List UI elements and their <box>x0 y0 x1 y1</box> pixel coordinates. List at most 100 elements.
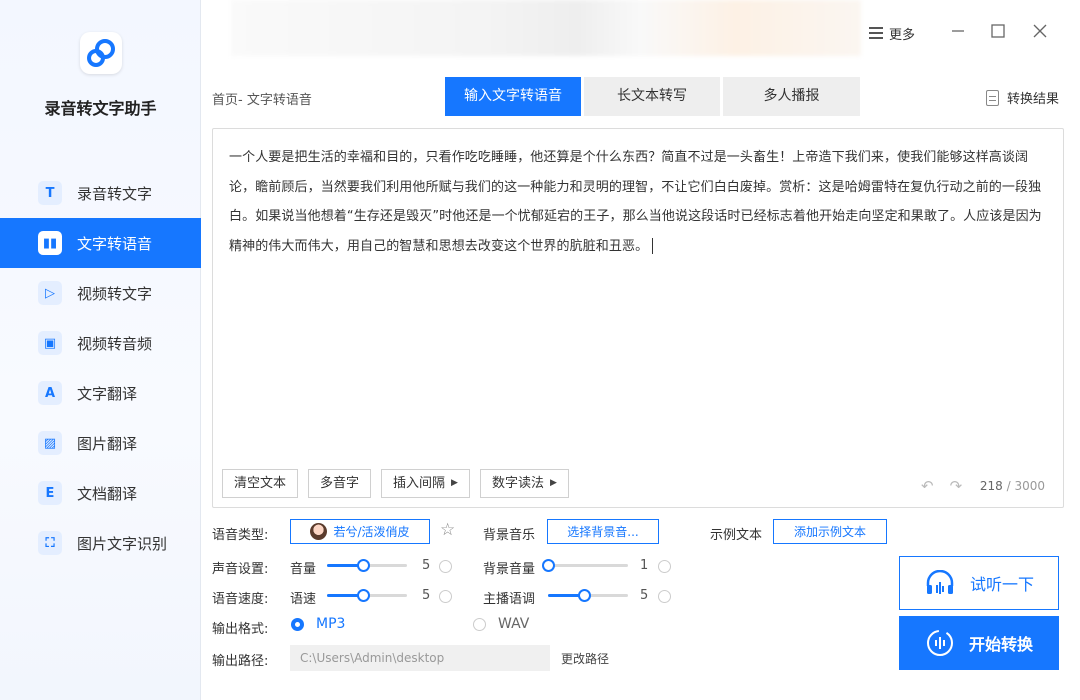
sidebar-item-label: 视频转文字 <box>77 284 153 303</box>
minimize-button[interactable] <box>947 20 969 42</box>
format-mp3-radio[interactable]: MP3 <box>291 616 345 632</box>
headphone-icon <box>926 570 954 594</box>
sidebar-item-document-translate[interactable]: E 文档翻译 <box>0 468 201 518</box>
breadcrumb: 首页- 文字转语音 <box>212 93 312 108</box>
output-path-label: 输出路径: <box>212 654 269 669</box>
number-reading-button[interactable]: 数字读法 ▶ <box>479 469 569 498</box>
volume-label: 音量 <box>290 562 317 577</box>
sidebar-item-video-to-audio[interactable]: ▣ 视频转音频 <box>0 318 201 368</box>
editor-toolbar: 清空文本 多音字 插入间隔 ▶ 数字读法 ▶ <box>222 469 579 498</box>
sound-settings-label: 声音设置: <box>212 562 269 577</box>
video-audio-icon: ▣ <box>38 331 62 355</box>
format-mp3-label: MP3 <box>316 616 346 632</box>
format-wav-label: WAV <box>498 616 530 632</box>
caret-right-icon: ▶ <box>549 478 557 488</box>
sidebar-item-label: 录音转文字 <box>77 184 153 203</box>
voice-select-button[interactable]: 若兮/活泼俏皮 <box>290 519 430 544</box>
maximize-button[interactable] <box>987 20 1009 42</box>
voice-name: 若兮/活泼俏皮 <box>333 525 410 539</box>
sidebar-item-label: 文档翻译 <box>77 484 138 503</box>
output-format-label: 输出格式: <box>212 622 269 637</box>
bgm-label: 背景音乐 <box>483 528 536 543</box>
volume-slider[interactable] <box>327 559 407 572</box>
text-caret <box>652 238 654 254</box>
scan-icon: ⛶ <box>38 531 62 555</box>
editor-text[interactable]: 一个人要是把生活的幸福和目的，只看作吃吃睡睡，他还算是个什么东西？简直不过是一头… <box>229 143 1051 261</box>
insert-pause-button[interactable]: 插入间隔 ▶ <box>381 469 470 498</box>
sidebar-item-image-translate[interactable]: ▨ 图片翻译 <box>0 418 201 468</box>
undo-redo: ↶ ↷ <box>921 477 978 495</box>
polyphone-label: 多音字 <box>320 476 360 491</box>
radio-dot <box>473 617 486 631</box>
add-sample-button[interactable]: 添加示例文本 <box>773 519 887 544</box>
radio-dot <box>291 617 304 631</box>
sidebar-item-label: 图片文字识别 <box>77 534 168 553</box>
format-wav-radio[interactable]: WAV <box>473 616 529 632</box>
pitch-value: 5 <box>640 588 649 603</box>
slider-handle[interactable] <box>542 559 555 572</box>
sidebar-item-audio-to-text[interactable]: T 录音转文字 <box>0 168 201 218</box>
bg-volume-label: 背景音量 <box>483 562 536 577</box>
text-t-icon: T <box>38 181 62 205</box>
output-path-field[interactable] <box>290 645 550 671</box>
more-button[interactable]: 更多 <box>869 22 915 44</box>
polyphone-button[interactable]: 多音字 <box>308 469 372 498</box>
conversion-result-button[interactable]: 转换结果 <box>986 88 1059 107</box>
sample-text-label: 示例文本 <box>710 528 763 543</box>
minimize-icon <box>952 30 964 32</box>
undo-icon[interactable]: ↶ <box>921 477 934 495</box>
voice-type-label: 语音类型: <box>212 528 269 543</box>
title-bar: 更多 <box>201 0 1080 64</box>
pitch-slider[interactable] <box>548 589 628 602</box>
close-button[interactable] <box>1029 20 1051 42</box>
sidebar-item-ocr[interactable]: ⛶ 图片文字识别 <box>0 518 201 568</box>
tab-input-text-to-speech[interactable]: 输入文字转语音 <box>445 77 581 116</box>
volume-value: 5 <box>422 558 431 573</box>
text-editor[interactable]: 一个人要是把生活的幸福和目的，只看作吃吃睡睡，他还算是个什么东西？简直不过是一头… <box>212 128 1064 508</box>
number-reading-label: 数字读法 <box>491 476 544 491</box>
listen-button[interactable]: 试听一下 <box>899 556 1059 610</box>
audio-convert-icon <box>926 630 953 656</box>
sidebar-item-label: 图片翻译 <box>77 434 138 453</box>
slider-handle[interactable] <box>578 589 591 602</box>
bg-volume-slider[interactable] <box>542 559 628 572</box>
tab-long-text[interactable]: 长文本转写 <box>584 77 720 116</box>
document-icon <box>986 89 999 106</box>
redo-icon[interactable]: ↷ <box>950 477 963 495</box>
sidebar-nav: T 录音转文字 ▮▮ 文字转语音 ▷ 视频转文字 ▣ 视频转音频 A 文字翻译 … <box>0 168 201 568</box>
sound-wave-icon: ▮▮ <box>38 231 62 255</box>
result-label: 转换结果 <box>1007 92 1060 107</box>
menu-icon <box>869 24 883 42</box>
slider-handle[interactable] <box>357 559 370 572</box>
mode-tabs: 输入文字转语音 长文本转写 多人播报 <box>445 77 860 116</box>
slider-handle[interactable] <box>357 589 370 602</box>
bgm-select-button[interactable]: 选择背景音... <box>547 519 659 544</box>
start-label: 开始转换 <box>968 635 1033 654</box>
insert-pause-label: 插入间隔 <box>393 476 446 491</box>
rate-label: 语速 <box>290 592 317 607</box>
sidebar-item-text-translate[interactable]: A 文字翻译 <box>0 368 201 418</box>
sidebar-item-label: 视频转音频 <box>77 334 153 353</box>
rate-slider[interactable] <box>327 589 407 602</box>
clear-text-button[interactable]: 清空文本 <box>222 469 299 498</box>
reset-icon[interactable] <box>439 560 452 573</box>
reset-icon[interactable] <box>658 560 671 573</box>
reset-icon[interactable] <box>439 590 452 603</box>
clear-text-label: 清空文本 <box>234 476 287 491</box>
change-path-button[interactable]: 更改路径 <box>561 650 609 667</box>
translate-icon: A <box>38 381 62 405</box>
app-logo <box>80 32 122 74</box>
char-count-max: / 3000 <box>1006 479 1045 493</box>
star-icon[interactable]: ☆ <box>440 520 455 540</box>
start-conversion-button[interactable]: 开始转换 <box>899 616 1059 670</box>
listen-label: 试听一下 <box>969 575 1034 594</box>
sidebar-item-video-to-text[interactable]: ▷ 视频转文字 <box>0 268 201 318</box>
reset-icon[interactable] <box>658 590 671 603</box>
avatar <box>310 523 328 540</box>
char-count-value: 218 <box>979 479 1003 493</box>
sidebar-item-text-to-speech[interactable]: ▮▮ 文字转语音 <box>0 218 201 268</box>
pitch-label: 主播语调 <box>483 592 536 607</box>
speech-speed-label: 语音速度: <box>212 592 269 607</box>
sidebar: 录音转文字助手 T 录音转文字 ▮▮ 文字转语音 ▷ 视频转文字 ▣ 视频转音频… <box>0 0 201 700</box>
tab-multi-speaker[interactable]: 多人播报 <box>723 77 860 116</box>
